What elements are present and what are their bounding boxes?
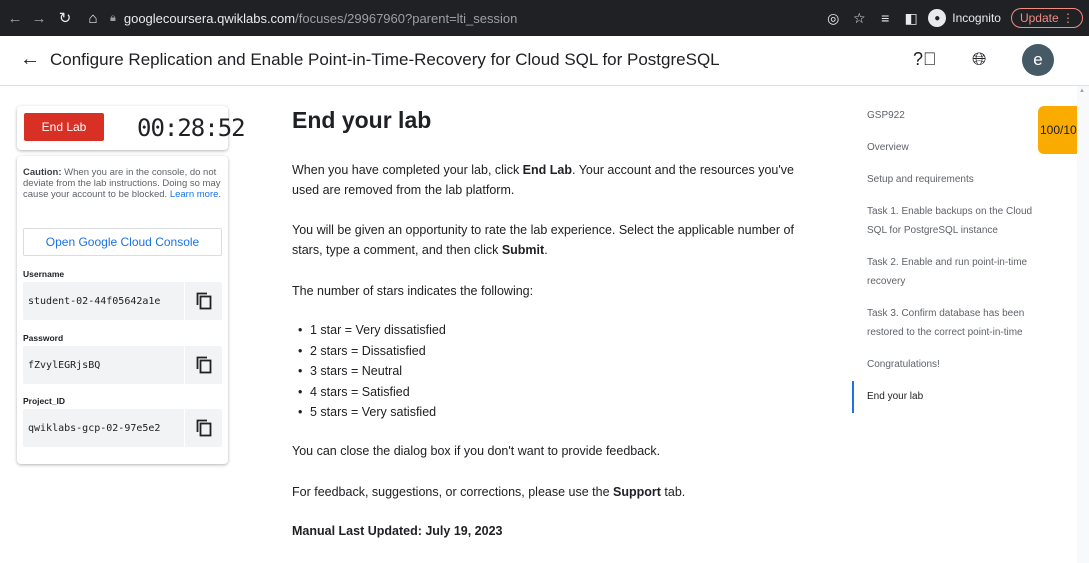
paragraph-end-lab: When you have completed your lab, click …	[292, 160, 812, 200]
caution-label: Caution:	[23, 167, 62, 178]
username-label: Username	[23, 269, 65, 279]
open-console-button[interactable]: Open Google Cloud Console	[23, 228, 222, 256]
paragraph-close-dialog: You can close the dialog box if you don'…	[292, 444, 661, 458]
toc-item-task-2[interactable]: Task 2. Enable and run point-in-time rec…	[852, 253, 1052, 291]
lab-timer: 00:28:52	[137, 114, 246, 142]
paragraph-feedback: For feedback, suggestions, or correction…	[292, 482, 812, 502]
browser-actions: ◎ ☆ ≡ ◧ ● Incognito Update ⋮	[820, 0, 1089, 36]
learn-more-link[interactable]: Learn more.	[170, 189, 221, 200]
project-id-label: Project_ID	[23, 396, 66, 406]
update-button[interactable]: Update ⋮	[1010, 8, 1083, 28]
toc-item-setup[interactable]: Setup and requirements	[852, 170, 1052, 189]
forward-icon[interactable]: →	[28, 7, 50, 29]
browser-toolbar: ← → ↻ ⌂ 🔒︎ googlecoursera.qwiklabs.com/f…	[0, 0, 1089, 36]
avatar[interactable]: e	[1022, 44, 1054, 76]
incognito-indicator[interactable]: ● Incognito	[928, 9, 1001, 27]
lock-icon: 🔒︎	[110, 11, 116, 24]
toc-item-task-1[interactable]: Task 1. Enable backups on the Cloud SQL …	[852, 202, 1052, 240]
home-icon[interactable]: ⌂	[82, 7, 104, 29]
url-domain: googlecoursera.qwiklabs.com	[123, 10, 296, 26]
back-arrow-icon[interactable]: ←	[20, 48, 40, 71]
language-globe-icon[interactable]: 🌐︎	[972, 49, 986, 70]
toc-item-congratulations[interactable]: Congratulations!	[852, 355, 1052, 374]
copy-icon[interactable]	[184, 346, 222, 384]
p2-bold: Submit	[501, 243, 545, 257]
credentials-card: Caution: When you are in the console, do…	[17, 156, 228, 464]
project-id-field[interactable]: qwiklabs-gcp-02-97e5e2	[23, 409, 222, 447]
p5-text-b: tab.	[660, 485, 686, 499]
list-item: 1 star = Very dissatisfied	[292, 320, 446, 341]
update-label: Update	[1019, 11, 1059, 25]
eye-off-icon[interactable]: ◎	[820, 10, 846, 27]
scroll-up-icon[interactable]: ▲	[1079, 88, 1085, 94]
list-item: 5 stars = Very satisfied	[292, 402, 446, 423]
p2-text-b: .	[544, 243, 548, 257]
password-field[interactable]: fZvylEGRjsBQ	[23, 346, 222, 384]
scrollbar[interactable]: ▲	[1077, 86, 1089, 563]
list-item: 3 stars = Neutral	[292, 361, 446, 382]
password-label: Password	[23, 333, 64, 343]
username-field[interactable]: student-02-44f05642a1e	[23, 282, 222, 320]
lab-timer-card: End Lab 00:28:52	[17, 106, 246, 150]
copy-icon[interactable]	[184, 282, 222, 320]
password-value[interactable]: fZvylEGRjsBQ	[23, 360, 183, 371]
reload-icon[interactable]: ↻	[54, 7, 76, 29]
username-value[interactable]: student-02-44f05642a1e	[23, 296, 183, 307]
support-bold: Support	[613, 485, 661, 499]
project-id-value[interactable]: qwiklabs-gcp-02-97e5e2	[23, 423, 183, 434]
app-header: ← Configure Replication and Enable Point…	[0, 36, 1089, 86]
caution-message: Caution: When you are in the console, do…	[23, 167, 223, 200]
incognito-label: Incognito	[952, 11, 1001, 25]
star-icon[interactable]: ☆	[846, 10, 872, 27]
p1-bold: End Lab	[522, 163, 572, 177]
list-item: 4 stars = Satisfied	[292, 382, 446, 403]
table-of-contents: GSP922 Overview Setup and requirements T…	[852, 106, 1052, 413]
stars-list: 1 star = Very dissatisfied 2 stars = Dis…	[292, 320, 446, 423]
manual-last-updated: Manual Last Updated: July 19, 2023	[292, 524, 503, 538]
side-panel-icon[interactable]: ◧	[898, 10, 924, 27]
end-lab-button[interactable]: End Lab	[24, 113, 104, 141]
toc-item-task-3[interactable]: Task 3. Confirm database has been restor…	[852, 304, 1052, 342]
back-icon[interactable]: ←	[4, 7, 26, 29]
url-path: /focuses/29967960?parent=lti_session	[295, 10, 518, 26]
address-bar[interactable]: 🔒︎ googlecoursera.qwiklabs.com/focuses/2…	[110, 5, 880, 31]
toc-item-end-your-lab[interactable]: End your lab	[852, 381, 1052, 413]
incognito-icon: ●	[928, 9, 947, 27]
section-heading: End your lab	[292, 107, 432, 133]
media-queue-icon[interactable]: ≡	[872, 10, 898, 26]
help-icon[interactable]: ?⃝	[913, 49, 937, 70]
paragraph-rating: You will be given an opportunity to rate…	[292, 220, 812, 260]
copy-icon[interactable]	[184, 409, 222, 447]
list-item: 2 stars = Dissatisfied	[292, 341, 446, 362]
toc-item-overview[interactable]: Overview	[852, 138, 1052, 157]
page-title: Configure Replication and Enable Point-i…	[50, 50, 720, 69]
toc-item-gsp922[interactable]: GSP922	[852, 106, 1052, 125]
p1-text-a: When you have completed your lab, click	[292, 163, 523, 177]
paragraph-stars-intro: The number of stars indicates the follow…	[292, 284, 534, 298]
p5-text-a: For feedback, suggestions, or correction…	[292, 485, 614, 499]
